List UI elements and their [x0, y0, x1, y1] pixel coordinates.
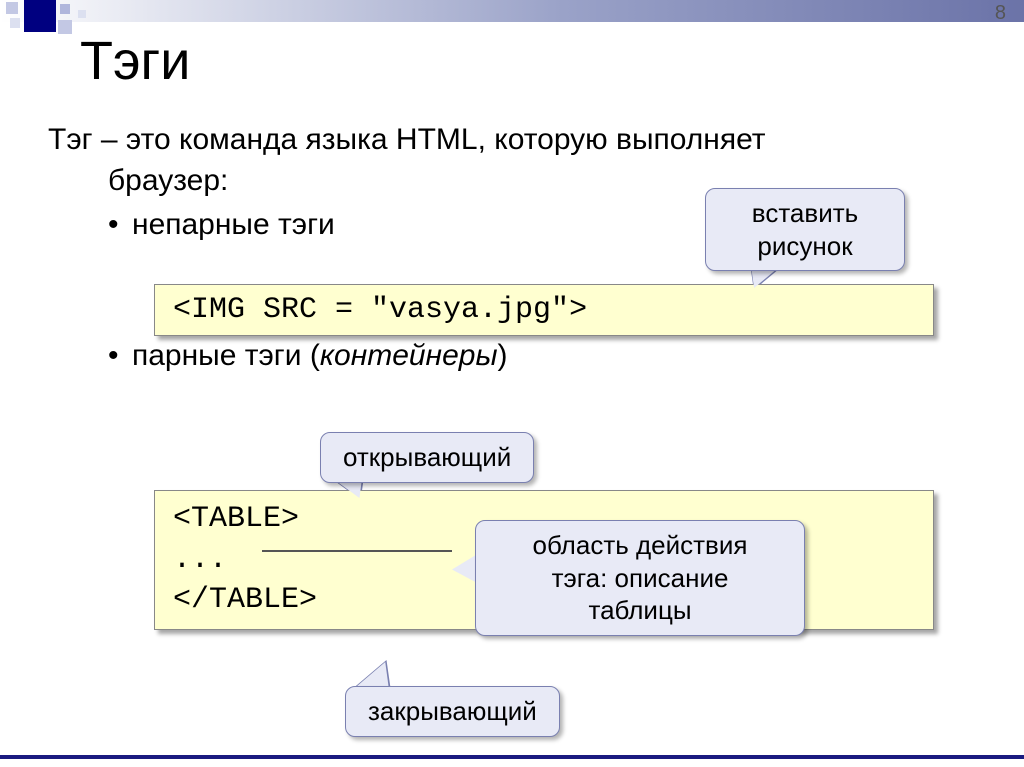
- callout-insert-image: вставить рисунок: [705, 188, 905, 271]
- callout-opening-label: открывающий: [343, 442, 511, 472]
- bullet-paired: •парные тэги (контейнеры): [108, 336, 984, 377]
- callout-tag-scope: область действия тэга: описание таблицы: [475, 520, 805, 636]
- callout-scope-line1: область действия: [498, 529, 782, 562]
- bullet-paired-suffix: ): [498, 339, 508, 372]
- definition-line1: Тэг – это команда языка HTML, которую вы…: [48, 120, 984, 161]
- code-example-img: <IMG SRC = "vasya.jpg">: [154, 284, 934, 336]
- callout-scope-line3: таблицы: [498, 594, 782, 627]
- page-number: 8: [995, 2, 1006, 25]
- callout-opening-tag: открывающий: [320, 432, 534, 483]
- code-img-text: <IMG SRC = "vasya.jpg">: [173, 293, 587, 327]
- bullet-unpaired-label: непарные тэги: [132, 208, 335, 241]
- callout-closing-tag: закрывающий: [345, 686, 560, 737]
- bullet-dot-icon: •: [108, 336, 132, 377]
- header-gradient: [0, 0, 1024, 22]
- slide-title: Тэги: [80, 30, 190, 92]
- bullet-dot-icon: •: [108, 205, 132, 246]
- bullet-paired-italic: контейнеры: [320, 339, 498, 372]
- callout-tail: [355, 662, 395, 688]
- callout-insert-line1: вставить: [728, 197, 882, 230]
- callout-insert-line2: рисунок: [728, 230, 882, 263]
- callout-scope-line2: тэга: описание: [498, 562, 782, 595]
- bullet-paired-prefix: парные тэги (: [132, 339, 320, 372]
- callout-closing-label: закрывающий: [368, 696, 537, 726]
- connector-line: [262, 550, 452, 552]
- footer-line: [0, 755, 1024, 759]
